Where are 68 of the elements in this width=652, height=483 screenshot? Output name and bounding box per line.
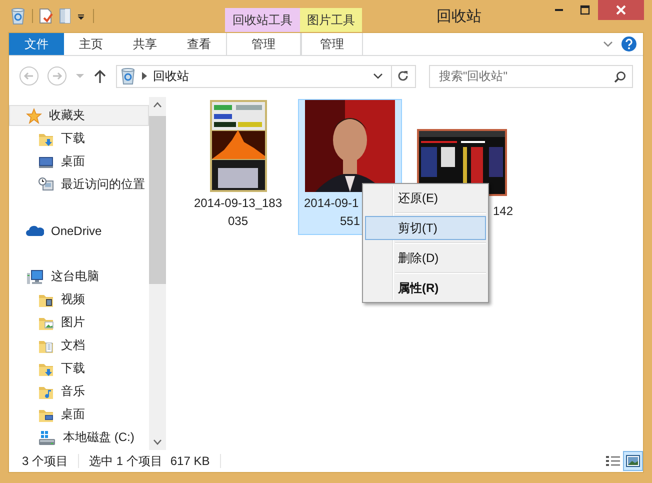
scrollbar-thumb[interactable] xyxy=(149,116,166,284)
help-button[interactable] xyxy=(621,36,637,52)
nav-item[interactable]: 这台电脑 xyxy=(9,266,149,287)
nav-item[interactable]: 音乐 xyxy=(9,381,149,402)
nav-item[interactable]: 桌面 xyxy=(9,404,149,425)
ribbon-tab[interactable]: 共享 xyxy=(118,33,172,55)
nav-item[interactable]: 文档 xyxy=(9,335,149,356)
file-name: 035 xyxy=(226,213,250,230)
drive-icon xyxy=(38,430,56,446)
chevron-down-icon xyxy=(603,40,613,48)
search-field[interactable]: 搜索"回收站" xyxy=(428,64,633,88)
tool-group-label: 图片工具 xyxy=(300,8,362,32)
file-name: 2014-09-13_183 xyxy=(192,195,284,212)
chevron-right-icon xyxy=(142,72,147,80)
recycle-bin-icon xyxy=(120,67,136,85)
document-check-icon xyxy=(39,8,53,24)
nav-item[interactable]: 下载 xyxy=(9,358,149,379)
nav-item[interactable]: 本地磁盘 (C:) xyxy=(9,427,149,448)
path-segment[interactable]: 回收站 xyxy=(152,68,189,84)
menu-item[interactable]: 剪切(T) xyxy=(365,216,486,240)
ribbon-tab[interactable]: 管理 xyxy=(301,33,363,55)
file-tile[interactable]: 2014-09-13_183 035 xyxy=(186,99,290,235)
minimize-icon xyxy=(555,9,563,11)
selection-count: 选中 1 个项目 xyxy=(89,452,162,470)
cloud-icon xyxy=(26,224,44,236)
ribbon-tab[interactable]: 主页 xyxy=(64,33,118,55)
nav-item[interactable]: 桌面 xyxy=(9,151,149,172)
tool-group-label: 回收站工具 xyxy=(225,8,300,32)
scroll-down-icon xyxy=(153,439,162,445)
computer-icon xyxy=(26,268,44,284)
help-icon xyxy=(621,36,637,52)
ribbon-tab[interactable]: 管理 xyxy=(226,33,301,55)
close-icon xyxy=(616,5,626,15)
nav-item[interactable]: OneDrive xyxy=(9,220,149,241)
nav-item[interactable]: 图片 xyxy=(9,312,149,333)
file-name: 142 xyxy=(492,203,513,220)
up-arrow-icon xyxy=(94,69,106,83)
menu-item[interactable]: 属性(R) xyxy=(365,276,486,300)
details-view-icon xyxy=(606,455,620,467)
close-button[interactable] xyxy=(598,0,644,20)
nav-item[interactable]: 最近访问的位置 xyxy=(9,174,149,195)
recent-places-icon xyxy=(38,176,54,192)
file-tab[interactable]: 文件 xyxy=(9,33,64,55)
search-icon xyxy=(614,70,626,82)
caret-icon xyxy=(76,74,84,78)
nav-item[interactable]: 下载 xyxy=(9,128,149,149)
maximize-icon xyxy=(580,5,590,15)
view-button[interactable] xyxy=(623,451,643,471)
caret-icon xyxy=(77,12,85,20)
file-name: 2014-09-1 xyxy=(303,195,360,212)
refresh-icon xyxy=(397,70,410,82)
recycle-bin-icon xyxy=(10,7,26,25)
file-name: 551 xyxy=(338,213,362,230)
window-title: 回收站 xyxy=(436,6,482,26)
item-count: 3 个项目 xyxy=(22,452,68,470)
selection-size: 617 KB xyxy=(170,454,210,468)
ribbon-tab[interactable]: 查看 xyxy=(172,33,226,55)
star-icon xyxy=(26,108,42,124)
forward-icon xyxy=(46,66,67,86)
scroll-up-icon xyxy=(153,102,162,108)
nav-item[interactable]: 收藏夹 xyxy=(9,105,149,126)
nav-item[interactable]: 视频 xyxy=(9,289,149,310)
back-icon xyxy=(18,66,39,86)
address-bar[interactable]: 回收站 xyxy=(116,64,416,88)
large-icons-view-icon xyxy=(626,455,640,467)
menu-item[interactable]: 删除(D) xyxy=(365,246,486,270)
scrollbar[interactable] xyxy=(149,97,166,450)
chevron-down-icon xyxy=(372,72,383,80)
